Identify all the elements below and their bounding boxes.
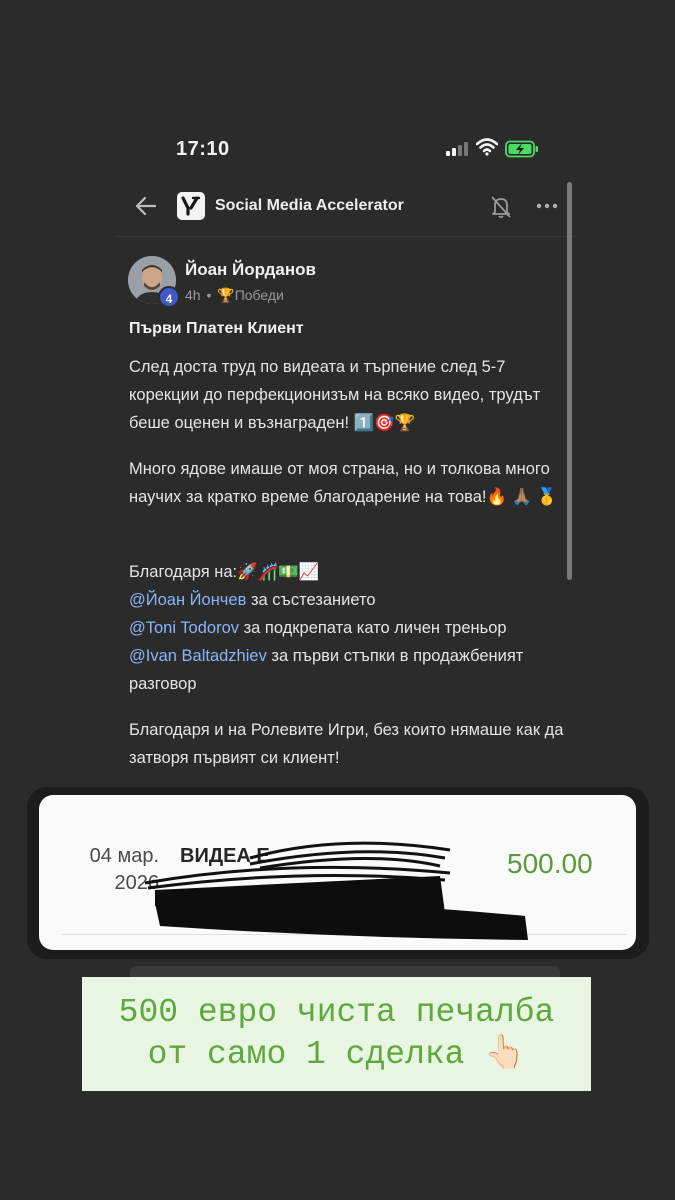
caption-line-2: от само 1 сделка 👆🏻 — [147, 1036, 526, 1073]
meta-separator: • — [206, 287, 212, 303]
author-name[interactable]: Йоан Йорданов — [185, 260, 316, 280]
bell-off-icon[interactable] — [489, 194, 513, 220]
wifi-icon — [476, 138, 498, 156]
thanks-line: @Toni Todorov за подкрепата като личен т… — [129, 614, 569, 642]
mention-link[interactable]: @Йоан Йончев — [129, 591, 246, 609]
post-category[interactable]: 🏆Победи — [217, 287, 284, 303]
mention-link[interactable]: @Toni Todorov — [129, 619, 239, 637]
thanks-line: @Йоан Йончев за състезанието — [129, 586, 569, 614]
thanks-line: @Ivan Baltadzhiev за първи стъпки в прод… — [129, 642, 569, 698]
post-paragraph-2: Много ядове имаше от моя страна, но и то… — [129, 460, 558, 506]
more-options-icon[interactable] — [535, 196, 559, 216]
thanks-intro: Благодаря на:🚀🎢💵📈 — [129, 563, 320, 581]
status-time: 17:10 — [176, 138, 230, 160]
back-arrow-icon[interactable] — [133, 193, 159, 219]
mention-link[interactable]: @Ivan Baltadzhiev — [129, 647, 267, 665]
post-time: 4h — [185, 287, 201, 303]
caption-text: 500 евро чиста печалба от само 1 сделка … — [82, 992, 591, 1076]
header-divider — [117, 236, 575, 237]
post-meta: 4h • 🏆Победи — [185, 287, 284, 304]
redaction-scribble — [144, 841, 528, 940]
thanks-text: за подкрепата като личен треньор — [239, 619, 507, 637]
thanks-block: Благодаря на:🚀🎢💵📈 @Йоан Йончев за състез… — [129, 558, 569, 698]
group-logo-mark-icon — [181, 196, 201, 216]
cell-signal-icon — [446, 142, 468, 156]
level-badge: 4 — [158, 286, 180, 308]
group-logo[interactable] — [177, 192, 205, 220]
post-paragraph-4: Благодаря и на Ролевите Игри, без които … — [129, 721, 564, 767]
caption-line-1: 500 евро чиста печалба — [118, 994, 555, 1031]
thanks-text: за състезанието — [246, 591, 376, 609]
post-title: Първи Платен Клиент — [129, 320, 304, 337]
post-paragraph-1: След доста труд по видеата и търпение сл… — [129, 358, 541, 432]
group-name[interactable]: Social Media Accelerator — [215, 197, 404, 215]
battery-charging-icon — [505, 140, 538, 158]
